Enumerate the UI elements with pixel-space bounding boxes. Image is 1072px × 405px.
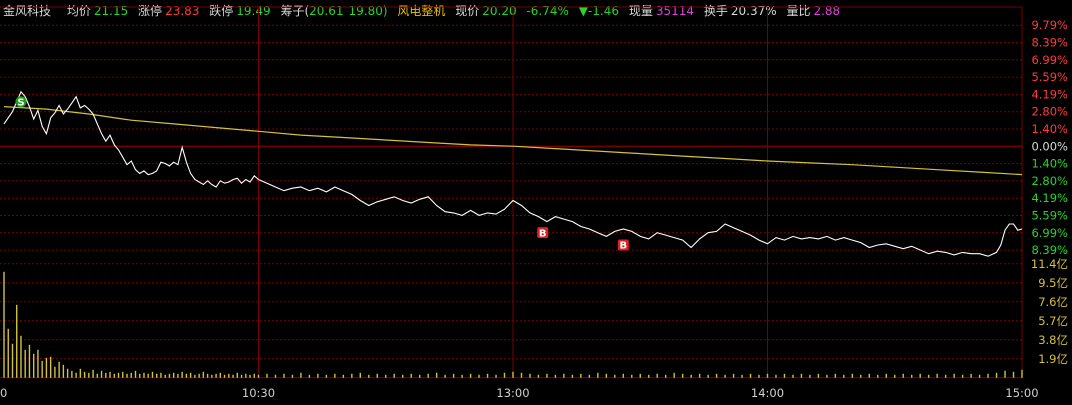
time-axis-label: 15:00 xyxy=(1005,386,1038,400)
intraday-chart[interactable]: S B B 9.79% 8.39% 6.99% 5.59% 4.19% 2.80% 1.40% 0… xyxy=(0,0,1072,405)
time-axis-label: 10:30 xyxy=(242,386,275,400)
trade-markers: S B B xyxy=(15,96,629,252)
y-axis-label: 6.99% xyxy=(1031,226,1068,240)
volume-axis-label: 9.5亿 xyxy=(1038,276,1068,290)
chart-grid xyxy=(0,6,1023,379)
y-axis-label: 2.80% xyxy=(1031,174,1068,188)
y-axis-label: 8.39% xyxy=(1031,243,1068,257)
volume-axis-label: 5.7亿 xyxy=(1038,314,1068,328)
marker-label: B xyxy=(539,228,547,239)
time-axis-label: 14:00 xyxy=(751,386,784,400)
volume-axis-label: 11.4亿 xyxy=(1031,257,1068,271)
buy-marker: B xyxy=(617,239,629,252)
sell-marker: S xyxy=(15,96,27,108)
y-axis-label: 8.39% xyxy=(1031,36,1068,50)
y-axis-label: 5.59% xyxy=(1031,209,1068,223)
y-axis-labels: 9.79% 8.39% 6.99% 5.59% 4.19% 2.80% 1.40% 0.00%… xyxy=(1031,18,1068,257)
volume-axis-label: 3.8亿 xyxy=(1038,333,1068,347)
marker-label: S xyxy=(17,97,24,108)
volume-axis-label: 1.9亿 xyxy=(1038,352,1068,366)
y-axis-label: 1.40% xyxy=(1031,122,1068,136)
volume-axis-labels: 11.4亿 9.5亿 7.6亿 5.7亿 3.8亿 1.9亿 xyxy=(1031,257,1068,366)
y-axis-label: 1.40% xyxy=(1031,157,1068,171)
buy-marker: B xyxy=(537,227,549,239)
y-axis-label: 4.19% xyxy=(1031,191,1068,205)
marker-label: B xyxy=(619,241,627,252)
time-axis-label: 13:00 xyxy=(496,386,529,400)
y-axis-label: 5.59% xyxy=(1031,70,1068,84)
volume-axis-label: 7.6亿 xyxy=(1038,295,1068,309)
y-axis-label: 6.99% xyxy=(1031,53,1068,67)
y-axis-label: 0.00% xyxy=(1031,139,1068,153)
time-axis-label: 0 xyxy=(0,386,7,400)
y-axis-label: 9.79% xyxy=(1031,18,1068,32)
time-axis-labels: 0 10:30 13:00 14:00 15:00 xyxy=(0,386,1039,400)
y-axis-label: 2.80% xyxy=(1031,105,1068,119)
y-axis-label: 4.19% xyxy=(1031,87,1068,101)
